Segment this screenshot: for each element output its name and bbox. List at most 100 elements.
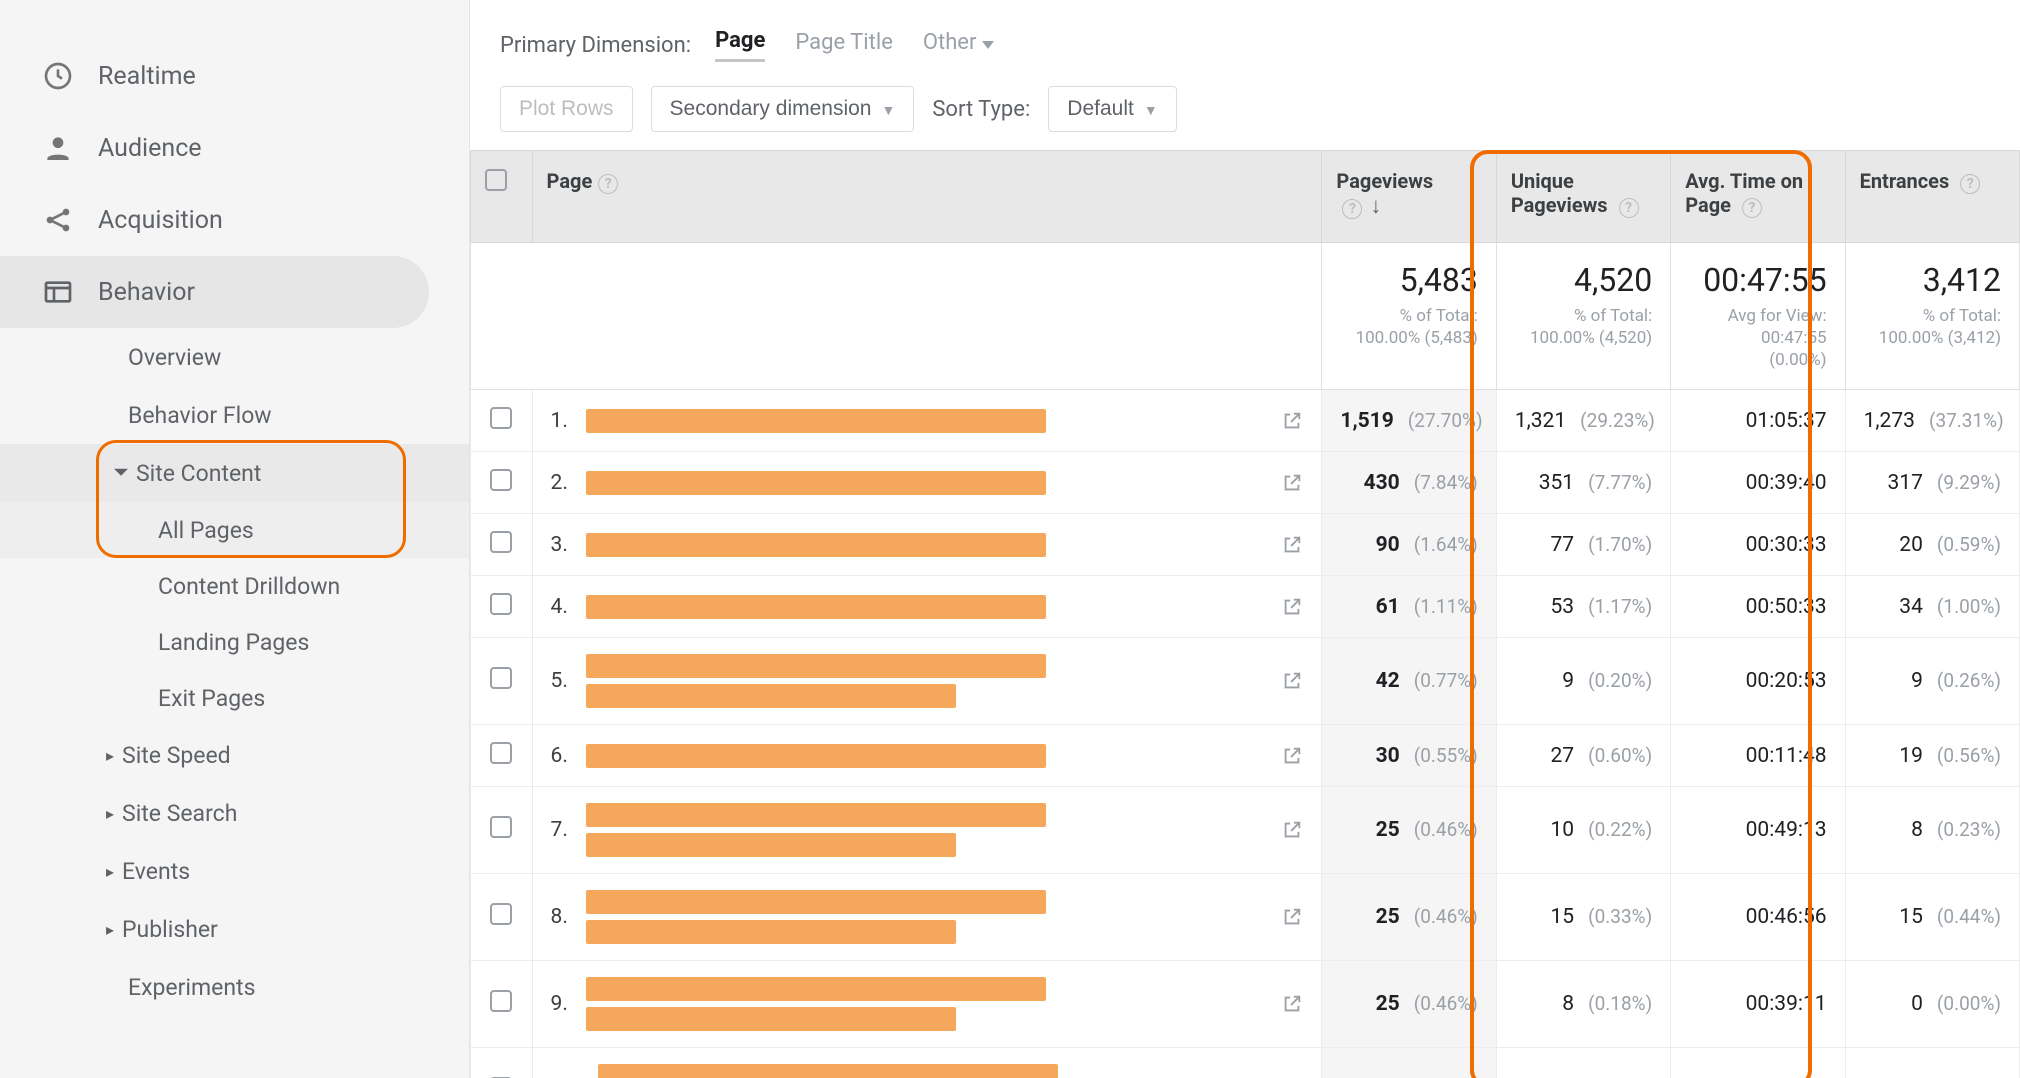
open-in-new-icon[interactable] bbox=[1281, 596, 1303, 618]
dimension-tab-other[interactable]: Other bbox=[923, 30, 995, 61]
column-header-page[interactable]: Page? bbox=[532, 151, 1322, 243]
nav-audience[interactable]: Audience bbox=[0, 112, 469, 184]
row-checkbox-cell bbox=[471, 874, 533, 961]
open-in-new-icon[interactable] bbox=[1281, 745, 1303, 767]
cell-entrances: 19(0.56%) bbox=[1845, 725, 2019, 787]
dimension-tab-page-title[interactable]: Page Title bbox=[795, 30, 892, 61]
summary-value: 3,412 bbox=[1864, 261, 2001, 299]
nav-acquisition[interactable]: Acquisition bbox=[0, 184, 469, 256]
secondary-dimension-label: Secondary dimension bbox=[670, 97, 872, 120]
row-rank: 9. bbox=[551, 992, 568, 1016]
sort-arrow-down-icon: ↓ bbox=[1370, 194, 1381, 219]
row-checkbox[interactable] bbox=[490, 742, 512, 764]
open-in-new-icon[interactable] bbox=[1281, 410, 1303, 432]
cell-avg-time: 00:39:40 bbox=[1671, 452, 1845, 514]
sidebar-item-publisher[interactable]: Publisher bbox=[0, 900, 469, 958]
row-checkbox[interactable] bbox=[490, 903, 512, 925]
column-header-unique-pageviews[interactable]: Unique Pageviews ? bbox=[1496, 151, 1670, 243]
help-icon[interactable]: ? bbox=[598, 174, 618, 194]
sidebar-item-landing-pages[interactable]: Landing Pages bbox=[0, 614, 469, 670]
open-in-new-icon[interactable] bbox=[1281, 906, 1303, 928]
sidebar-item-exit-pages[interactable]: Exit Pages bbox=[0, 670, 469, 726]
col-label: Unique Pageviews bbox=[1511, 169, 1608, 217]
sidebar: Realtime Audience Acquisition Behavior O… bbox=[0, 0, 470, 1078]
layout-icon bbox=[40, 274, 76, 310]
page-cell: 6. bbox=[532, 725, 1322, 787]
row-checkbox[interactable] bbox=[490, 667, 512, 689]
nav-label: Behavior bbox=[98, 278, 195, 307]
summary-row: 5,483 % of Total:100.00% (5,483) 4,520 %… bbox=[471, 243, 2020, 390]
redacted-page-bar bbox=[586, 803, 1046, 827]
plot-rows-button[interactable]: Plot Rows bbox=[500, 86, 633, 132]
nav-behavior[interactable]: Behavior bbox=[0, 256, 429, 328]
sidebar-item-content-drilldown[interactable]: Content Drilldown bbox=[0, 558, 469, 614]
row-checkbox[interactable] bbox=[490, 593, 512, 615]
sidebar-item-behavior-flow[interactable]: Behavior Flow bbox=[0, 386, 469, 444]
row-checkbox[interactable] bbox=[490, 469, 512, 491]
page-cell: 10. bbox=[532, 1048, 1322, 1078]
help-icon[interactable]: ? bbox=[1742, 198, 1762, 218]
open-in-new-icon[interactable] bbox=[1281, 819, 1303, 841]
column-header-pageviews[interactable]: Pageviews? ↓ bbox=[1322, 151, 1496, 243]
help-icon[interactable]: ? bbox=[1342, 199, 1362, 219]
sidebar-item-overview[interactable]: Overview bbox=[0, 328, 469, 386]
table-row: 3.90(1.64%)77(1.70%)00:30:3320(0.59%) bbox=[471, 514, 2020, 576]
cell-unique-pageviews: 53(1.17%) bbox=[1496, 576, 1670, 638]
open-in-new-icon[interactable] bbox=[1281, 993, 1303, 1015]
redacted-page-bar bbox=[586, 890, 1046, 914]
summary-sub3: (0.00%) bbox=[1769, 350, 1826, 370]
row-checkbox[interactable] bbox=[490, 407, 512, 429]
cell-entrances: 0(0.00%) bbox=[1845, 961, 2019, 1048]
sidebar-item-experiments[interactable]: Experiments bbox=[0, 958, 469, 1016]
clock-icon bbox=[40, 58, 76, 94]
row-checkbox[interactable] bbox=[490, 816, 512, 838]
redacted-page-bar bbox=[586, 684, 956, 708]
row-checkbox-cell bbox=[471, 725, 533, 787]
page-cell: 8. bbox=[532, 874, 1322, 961]
open-in-new-icon[interactable] bbox=[1281, 670, 1303, 692]
redacted-page-bar bbox=[586, 833, 956, 857]
page-cell: 2. bbox=[532, 452, 1322, 514]
table-row: 2.430(7.84%)351(7.77%)00:39:40317(9.29%) bbox=[471, 452, 2020, 514]
annotation-highlight-sidebar bbox=[96, 440, 406, 558]
cell-pageviews: 25(0.46%) bbox=[1322, 874, 1496, 961]
nav-label: Realtime bbox=[98, 62, 196, 91]
row-checkbox[interactable] bbox=[490, 990, 512, 1012]
sub-label: Site Search bbox=[122, 800, 237, 827]
select-all-checkbox[interactable] bbox=[485, 169, 507, 191]
cell-pageviews: 25(0.46%) bbox=[1322, 961, 1496, 1048]
open-in-new-icon[interactable] bbox=[1281, 472, 1303, 494]
redacted-page-bar bbox=[586, 595, 1046, 619]
nav-realtime[interactable]: Realtime bbox=[0, 40, 469, 112]
sub-label: Publisher bbox=[122, 916, 218, 943]
row-checkbox-cell bbox=[471, 1048, 533, 1078]
summary-unique: 4,520 % of Total:100.00% (4,520) bbox=[1496, 243, 1670, 390]
page-cell: 3. bbox=[532, 514, 1322, 576]
cell-pageviews: 1,519(27.70%) bbox=[1322, 390, 1496, 452]
sidebar-item-site-search[interactable]: Site Search bbox=[0, 784, 469, 842]
help-icon[interactable]: ? bbox=[1960, 174, 1980, 194]
summary-value: 00:47:55 bbox=[1689, 261, 1826, 299]
primary-dimension-label: Primary Dimension: bbox=[500, 33, 691, 58]
summary-value: 5,483 bbox=[1340, 261, 1477, 299]
sidebar-item-events[interactable]: Events bbox=[0, 842, 469, 900]
page-cell: 5. bbox=[532, 638, 1322, 725]
column-header-avg-time[interactable]: Avg. Time on Page ? bbox=[1671, 151, 1845, 243]
cell-entrances: 1,273(37.31%) bbox=[1845, 390, 2019, 452]
summary-sub2: 00:47:55 bbox=[1761, 328, 1827, 348]
dimension-tab-page[interactable]: Page bbox=[715, 28, 765, 62]
row-checkbox[interactable] bbox=[490, 531, 512, 553]
summary-sub1: % of Total: bbox=[1574, 306, 1652, 326]
col-label: Pageviews bbox=[1336, 169, 1433, 193]
help-icon[interactable]: ? bbox=[1619, 198, 1639, 218]
redacted-page-bar bbox=[586, 654, 1046, 678]
redacted-page-bar bbox=[586, 409, 1046, 433]
cell-entrances: 34(1.00%) bbox=[1845, 576, 2019, 638]
sort-type-dropdown[interactable]: Default▼ bbox=[1048, 86, 1176, 132]
open-in-new-icon[interactable] bbox=[1281, 534, 1303, 556]
sidebar-item-site-speed[interactable]: Site Speed bbox=[0, 726, 469, 784]
cell-unique-pageviews: 15(0.33%) bbox=[1496, 874, 1670, 961]
column-header-entrances[interactable]: Entrances ? bbox=[1845, 151, 2019, 243]
secondary-dimension-dropdown[interactable]: Secondary dimension▼ bbox=[651, 86, 915, 132]
main-content: Primary Dimension: Page Page Title Other… bbox=[470, 0, 2020, 1078]
